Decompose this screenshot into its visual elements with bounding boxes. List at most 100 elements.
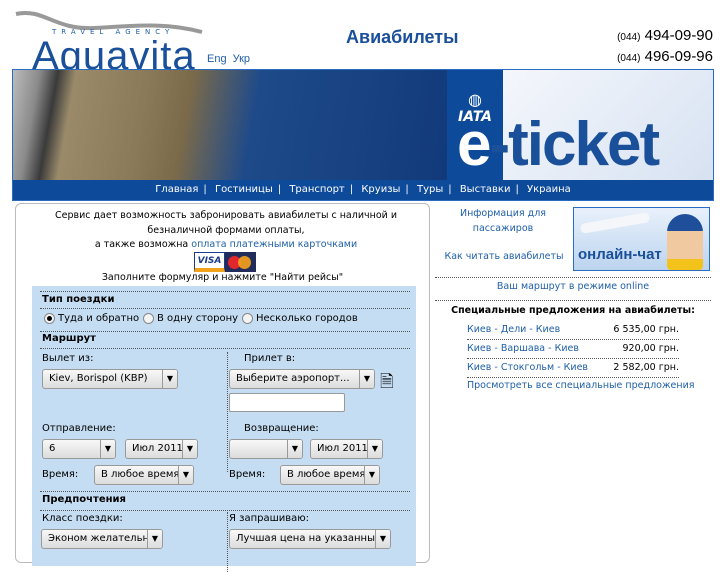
offer-link[interactable]: Киев - Стокгольм - Киев — [467, 362, 588, 373]
phone-number: 496-09-96 — [644, 48, 713, 65]
radio-label: В одну сторону — [157, 313, 239, 324]
offer-price: 6 535,00 грн. — [613, 324, 679, 335]
radio-label: Несколько городов — [256, 313, 358, 324]
return-time-select[interactable]: В любое время ▼ — [280, 465, 380, 485]
aquavita-logo[interactable]: TRAVEL AGENCY Aquavita — [14, 8, 204, 78]
select-value: Эконом желательно — [48, 533, 156, 544]
select-value: Лучшая цена на указанные даты — [236, 533, 390, 544]
offer-row: Киев - Дели - Киев 6 535,00 грн. — [467, 321, 679, 340]
chevron-down-icon: ▼ — [375, 530, 390, 548]
offer-link[interactable]: Киев - Варшава - Киев — [467, 343, 579, 354]
depart-label: Отправление: — [42, 423, 116, 434]
how-to-read-tickets-link[interactable]: Как читать авиабилеты — [439, 250, 569, 265]
chevron-down-icon: ▼ — [147, 530, 162, 548]
return-day-select[interactable]: ▼ — [229, 439, 303, 459]
stewardess-image — [667, 214, 703, 270]
nav-transport[interactable]: Транспорт — [289, 184, 344, 195]
depart-day-select[interactable]: 6 ▼ — [42, 439, 116, 459]
radio-one-way[interactable]: В одну сторону — [143, 313, 238, 324]
phone-2: (044) 496-09-96 — [617, 48, 713, 65]
phone-1: (044) 494-09-90 — [617, 27, 713, 44]
preferences-heading: Предпочтения — [42, 494, 126, 505]
class-select[interactable]: Эконом желательно ▼ — [41, 529, 163, 549]
phone-code: (044) — [617, 53, 641, 64]
route-heading: Маршрут — [42, 333, 96, 344]
from-select[interactable]: Kiev, Borispol (KBP) ▼ — [42, 369, 178, 389]
chevron-down-icon: ▼ — [182, 440, 197, 458]
depart-time-label: Время: — [42, 469, 79, 480]
to-airport-input[interactable] — [229, 393, 345, 412]
chevron-down-icon: ▼ — [364, 466, 379, 484]
chevron-down-icon: ▼ — [100, 440, 115, 458]
select-value: Июл 2011 — [317, 443, 368, 454]
chevron-down-icon: ▼ — [367, 440, 382, 458]
offer-price: 2 582,00 грн. — [613, 362, 679, 373]
intro-line1: Сервис дает возможность забронировать ав… — [54, 210, 398, 236]
radio-multi-city[interactable]: Несколько городов — [242, 313, 358, 324]
offers-title: Специальные предложения на авиабилеты: — [451, 305, 695, 316]
card-payment-link[interactable]: оплата платежными карточками — [191, 239, 357, 250]
nav-tours[interactable]: Туры — [417, 184, 443, 195]
globe-icon: ◍ — [468, 90, 482, 109]
intro-line2: а также возможна — [94, 239, 192, 250]
to-select[interactable]: Выберите аэропорт... ▼ — [229, 369, 375, 389]
depart-time-select[interactable]: В любое время ▼ — [94, 465, 194, 485]
main-nav: Главная | Гостиницы | Транспорт | Круизы | Т… — [13, 180, 713, 200]
nav-cruises[interactable]: Круизы — [361, 184, 400, 195]
offer-link[interactable]: Киев - Дели - Киев — [467, 324, 560, 335]
intro-text: Сервис дает возможность забронировать ав… — [31, 209, 421, 253]
fill-hint: Заполните формуляр и нажмите "Найти рейс… — [101, 272, 344, 283]
visa-icon: VISA — [194, 252, 225, 272]
eticket-logo: e-ticket — [457, 110, 660, 180]
document-icon[interactable]: 🗎 — [380, 369, 394, 398]
chevron-down-icon: ▼ — [162, 370, 177, 388]
from-label: Вылет из: — [42, 353, 94, 364]
phone-code: (044) — [617, 32, 641, 43]
chevron-down-icon: ▼ — [359, 370, 374, 388]
all-offers-link[interactable]: Просмотреть все специальные предложения — [467, 380, 694, 391]
select-value: 6 — [49, 443, 56, 454]
radio-icon — [143, 313, 154, 324]
flight-search-form: Тип поездки Туда и обратно В одну сторон… — [32, 286, 416, 572]
nav-ukraine[interactable]: Украина — [527, 184, 571, 195]
eticket-e: e — [457, 110, 492, 179]
plane-icon — [579, 211, 651, 235]
select-value: В любое время — [287, 469, 366, 480]
select-value: В любое время — [101, 469, 180, 480]
banner: ◍ IATA e-ticket Главная | Гостиницы | Транс… — [12, 69, 714, 201]
radio-round-trip[interactable]: Туда и обратно — [44, 313, 139, 324]
select-value: Kiev, Borispol (KBP) — [49, 373, 148, 384]
online-chat-banner[interactable]: онлайн-чат — [573, 207, 710, 271]
aerial-photo — [13, 70, 447, 180]
nav-hotels[interactable]: Гостиницы — [215, 184, 273, 195]
class-label: Класс поездки: — [42, 513, 123, 524]
language-switch: Eng Укр — [207, 53, 250, 65]
radio-checked-icon — [44, 313, 55, 324]
return-time-label: Время: — [229, 469, 266, 480]
offer-price: 920,00 грн. — [622, 343, 679, 354]
phone-number: 494-09-90 — [644, 27, 713, 44]
lang-eng[interactable]: Eng — [207, 53, 227, 65]
mastercard-icon — [225, 252, 256, 272]
chevron-down-icon: ▼ — [287, 440, 302, 458]
select-value: Выберите аэропорт... — [236, 373, 350, 384]
page-title: Авиабилеты — [346, 27, 459, 47]
chevron-down-icon: ▼ — [178, 466, 193, 484]
request-label: Я запрашиваю: — [229, 513, 310, 524]
route-online-link[interactable]: Ваш маршрут в режиме online — [433, 280, 713, 295]
payment-cards: VISA — [194, 252, 256, 272]
request-select[interactable]: Лучшая цена на указанные даты▼ — [229, 529, 391, 549]
booking-panel: Сервис дает возможность забронировать ав… — [15, 203, 430, 572]
nav-home[interactable]: Главная — [155, 184, 198, 195]
lang-ukr[interactable]: Укр — [233, 53, 250, 65]
offer-row: Киев - Стокгольм - Киев 2 582,00 грн. — [467, 359, 679, 378]
radio-icon — [242, 313, 253, 324]
eticket-text: -ticket — [489, 110, 660, 179]
offer-row: Киев - Варшава - Киев 920,00 грн. — [467, 340, 679, 359]
to-label: Прилет в: — [244, 353, 296, 364]
return-month-select[interactable]: Июл 2011 ▼ — [310, 439, 383, 459]
depart-month-select[interactable]: Июл 2011 ▼ — [125, 439, 198, 459]
passenger-info-link[interactable]: Информация для пассажиров — [453, 207, 553, 236]
nav-exhibitions[interactable]: Выставки — [460, 184, 511, 195]
trip-type-heading: Тип поездки — [42, 294, 115, 305]
